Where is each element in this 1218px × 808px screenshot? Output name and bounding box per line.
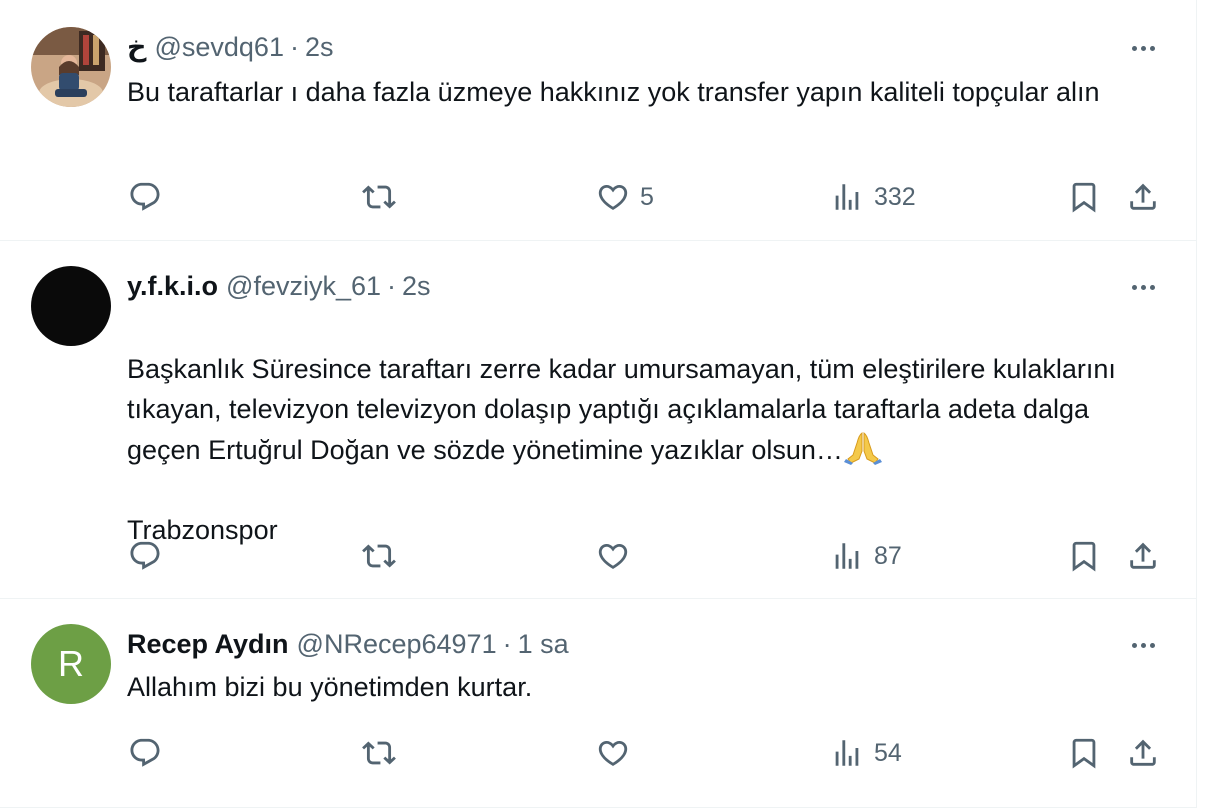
share-icon (1130, 542, 1156, 569)
retweet-icon (362, 741, 396, 765)
more-options-button[interactable] (1126, 272, 1160, 302)
retweet-icon (362, 185, 396, 209)
heart-icon (598, 543, 628, 569)
more-options-button[interactable] (1126, 630, 1160, 660)
reply-button[interactable] (128, 733, 162, 773)
reply-button[interactable] (128, 177, 162, 217)
bookmark-button[interactable] (1067, 536, 1101, 576)
views-button[interactable]: 54 (830, 733, 902, 773)
bookmark-icon (1072, 738, 1096, 769)
bookmark-button[interactable] (1067, 733, 1101, 773)
share-icon (1130, 739, 1156, 766)
view-count: 87 (874, 541, 902, 570)
like-button[interactable] (596, 733, 630, 773)
dot-icon (1131, 45, 1137, 51)
dot-icon (1149, 284, 1155, 290)
display-name[interactable]: Recep Aydın (127, 629, 289, 660)
tweet-header: y.f.k.i.o @fevziyk_61 · 2s (127, 266, 431, 306)
dot-icon (1149, 45, 1155, 51)
reply-icon (130, 541, 160, 570)
dot-icon (1131, 284, 1137, 290)
tweet-text: Başkanlık Süresince taraftarı zerre kada… (127, 309, 1137, 550)
analytics-icon (835, 740, 859, 766)
bookmark-icon (1072, 182, 1096, 213)
display-name[interactable]: خ (127, 32, 146, 63)
tweet[interactable]: y.f.k.i.o @fevziyk_61 · 2s Başkanlık Sür… (0, 241, 1196, 599)
heart-icon (598, 184, 628, 210)
analytics-icon (835, 543, 859, 569)
separator-dot: · (502, 628, 512, 659)
timestamp[interactable]: 2s (305, 32, 334, 63)
tweet-header: Recep Aydın @NRecep64971 · 1 sa (127, 624, 569, 664)
views-button[interactable]: 332 (830, 177, 916, 217)
share-button[interactable] (1126, 733, 1160, 773)
retweet-button[interactable] (362, 536, 396, 576)
avatar-letter: R (58, 643, 84, 684)
dot-icon (1140, 45, 1146, 51)
folded-hands-icon (843, 432, 882, 465)
share-button[interactable] (1126, 177, 1160, 217)
tweet-text: Bu taraftarlar ı daha fazla üzmeye hakkı… (127, 77, 1100, 107)
user-handle[interactable]: @NRecep64971 (297, 629, 497, 660)
display-name[interactable]: y.f.k.i.o (127, 271, 218, 302)
timestamp[interactable]: 2s (402, 271, 431, 302)
retweet-button[interactable] (362, 177, 396, 217)
dot-icon (1131, 642, 1137, 648)
like-count: 5 (640, 182, 654, 211)
retweet-icon (362, 544, 396, 568)
reply-button[interactable] (128, 536, 162, 576)
tweet-header: خ @sevdq61 · 2s (127, 27, 334, 67)
view-count: 332 (874, 182, 916, 211)
analytics-icon (835, 184, 859, 210)
reply-icon (130, 738, 160, 767)
retweet-button[interactable] (362, 733, 396, 773)
bookmark-icon (1072, 541, 1096, 572)
dot-icon (1140, 284, 1146, 290)
avatar[interactable]: R (31, 624, 111, 704)
bookmark-button[interactable] (1067, 177, 1101, 217)
tweet-text: Allahım bizi bu yönetimden kurtar. (127, 672, 533, 702)
share-button[interactable] (1126, 536, 1160, 576)
tweet-text-main: Başkanlık Süresince taraftarı zerre kada… (127, 354, 1116, 465)
avatar-photo (31, 27, 111, 107)
timestamp[interactable]: 1 sa (518, 629, 569, 660)
like-button[interactable] (596, 536, 630, 576)
avatar[interactable] (31, 266, 111, 346)
user-handle[interactable]: @fevziyk_61 (226, 271, 381, 302)
separator-dot: · (289, 31, 299, 62)
heart-icon (598, 740, 628, 766)
like-button[interactable]: 5 (596, 177, 654, 217)
more-options-button[interactable] (1126, 33, 1160, 63)
view-count: 54 (874, 738, 902, 767)
user-handle[interactable]: @sevdq61 (154, 32, 284, 63)
dot-icon (1149, 642, 1155, 648)
column-border (1196, 0, 1197, 808)
separator-dot: · (387, 270, 397, 301)
views-button[interactable]: 87 (830, 536, 902, 576)
avatar[interactable] (31, 27, 111, 107)
reply-icon (130, 182, 160, 211)
tweet[interactable]: خ @sevdq61 · 2s Bu taraftarlar ı daha fa… (0, 0, 1196, 241)
tweet[interactable]: R Recep Aydın @NRecep64971 · 1 sa Allahı… (0, 599, 1196, 808)
dot-icon (1140, 642, 1146, 648)
share-icon (1130, 183, 1156, 210)
